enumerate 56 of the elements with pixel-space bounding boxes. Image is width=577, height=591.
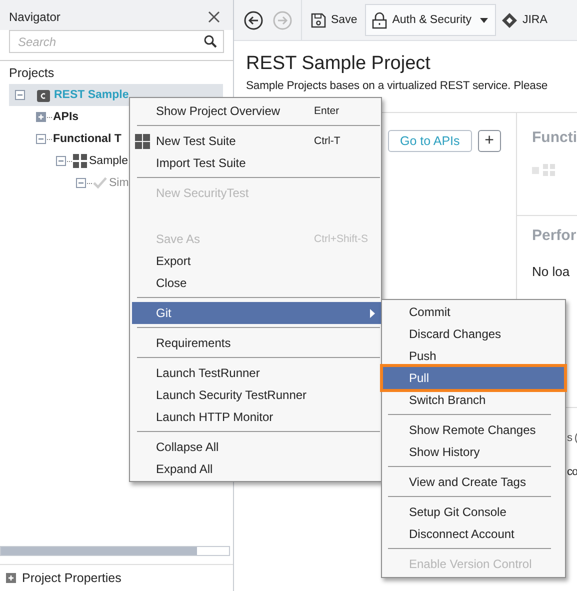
grid-icon xyxy=(73,154,87,168)
expander-icon[interactable] xyxy=(36,134,46,144)
panel-heading: Functi xyxy=(532,129,577,146)
lock-icon xyxy=(372,12,388,28)
expander-icon[interactable] xyxy=(36,112,46,122)
menu-item[interactable]: Pull xyxy=(383,367,564,389)
panel-title: Navigator xyxy=(9,10,60,24)
check-icon xyxy=(93,177,107,189)
panel-text: No loa xyxy=(532,264,571,279)
back-button[interactable] xyxy=(244,10,263,30)
caret-icon xyxy=(480,18,488,22)
menu-item[interactable]: Expand All xyxy=(132,458,381,480)
menu-item[interactable]: Setup Git Console xyxy=(383,501,564,523)
scrollbar[interactable] xyxy=(0,546,230,556)
search-icon[interactable] xyxy=(204,35,217,48)
description: Sample Projects bases on a virtualized REST service. Please xyxy=(246,80,548,92)
section-label: Projects xyxy=(8,65,56,82)
diamond-icon xyxy=(502,12,518,28)
submenu-arrow-icon xyxy=(370,308,375,318)
menu-item[interactable]: Launch HTTP Monitor xyxy=(132,406,381,428)
page-title: REST Sample Project xyxy=(246,53,432,75)
expander-icon[interactable] xyxy=(56,156,66,166)
save-button[interactable]: Save xyxy=(311,12,358,28)
expander-icon[interactable] xyxy=(15,90,25,100)
save-icon xyxy=(311,12,326,28)
expander-icon[interactable] xyxy=(76,178,86,188)
panel-heading: s ( xyxy=(567,432,577,444)
properties-expander[interactable]: Project Properties xyxy=(0,564,233,591)
jira-button[interactable]: JIRA xyxy=(502,12,548,28)
menu-item[interactable]: New Test Suite Ctrl-T xyxy=(132,130,381,152)
grid-icon xyxy=(135,134,150,148)
menu-item[interactable]: View and Create Tags xyxy=(383,471,564,493)
search-field[interactable]: Search xyxy=(9,30,224,53)
project-icon xyxy=(37,88,50,102)
menu-item[interactable]: Requirements xyxy=(132,332,381,354)
menu-item[interactable]: Import Test Suite xyxy=(132,152,381,174)
menu-item[interactable]: Launch Security TestRunner xyxy=(132,384,381,406)
panel-heading: Perfor xyxy=(532,227,577,244)
menu-item[interactable]: Export xyxy=(132,250,381,272)
add-button[interactable]: + xyxy=(478,130,501,152)
menu-item[interactable]: Show History xyxy=(383,441,564,463)
menu-item[interactable]: Collapse All xyxy=(132,436,381,458)
menu-item[interactable]: Git xyxy=(132,302,381,324)
panel-text: co xyxy=(567,466,577,478)
menu-item[interactable]: Disconnect Account xyxy=(383,523,564,545)
menu-item[interactable]: Push xyxy=(383,345,564,367)
suite-item-icon xyxy=(532,164,556,176)
auth-dropdown[interactable]: Auth & Security xyxy=(365,4,496,36)
menu-item[interactable]: Discard Changes xyxy=(383,323,564,345)
menu-item[interactable]: Switch Branch xyxy=(383,389,564,411)
menu-item[interactable]: Close xyxy=(132,272,381,294)
expander-icon[interactable] xyxy=(6,573,16,583)
menu-item[interactable]: Commit xyxy=(383,301,564,323)
menu-item[interactable]: Show Remote Changes xyxy=(383,419,564,441)
menu-item[interactable]: Launch TestRunner xyxy=(132,362,381,384)
close-icon[interactable] xyxy=(208,11,220,23)
